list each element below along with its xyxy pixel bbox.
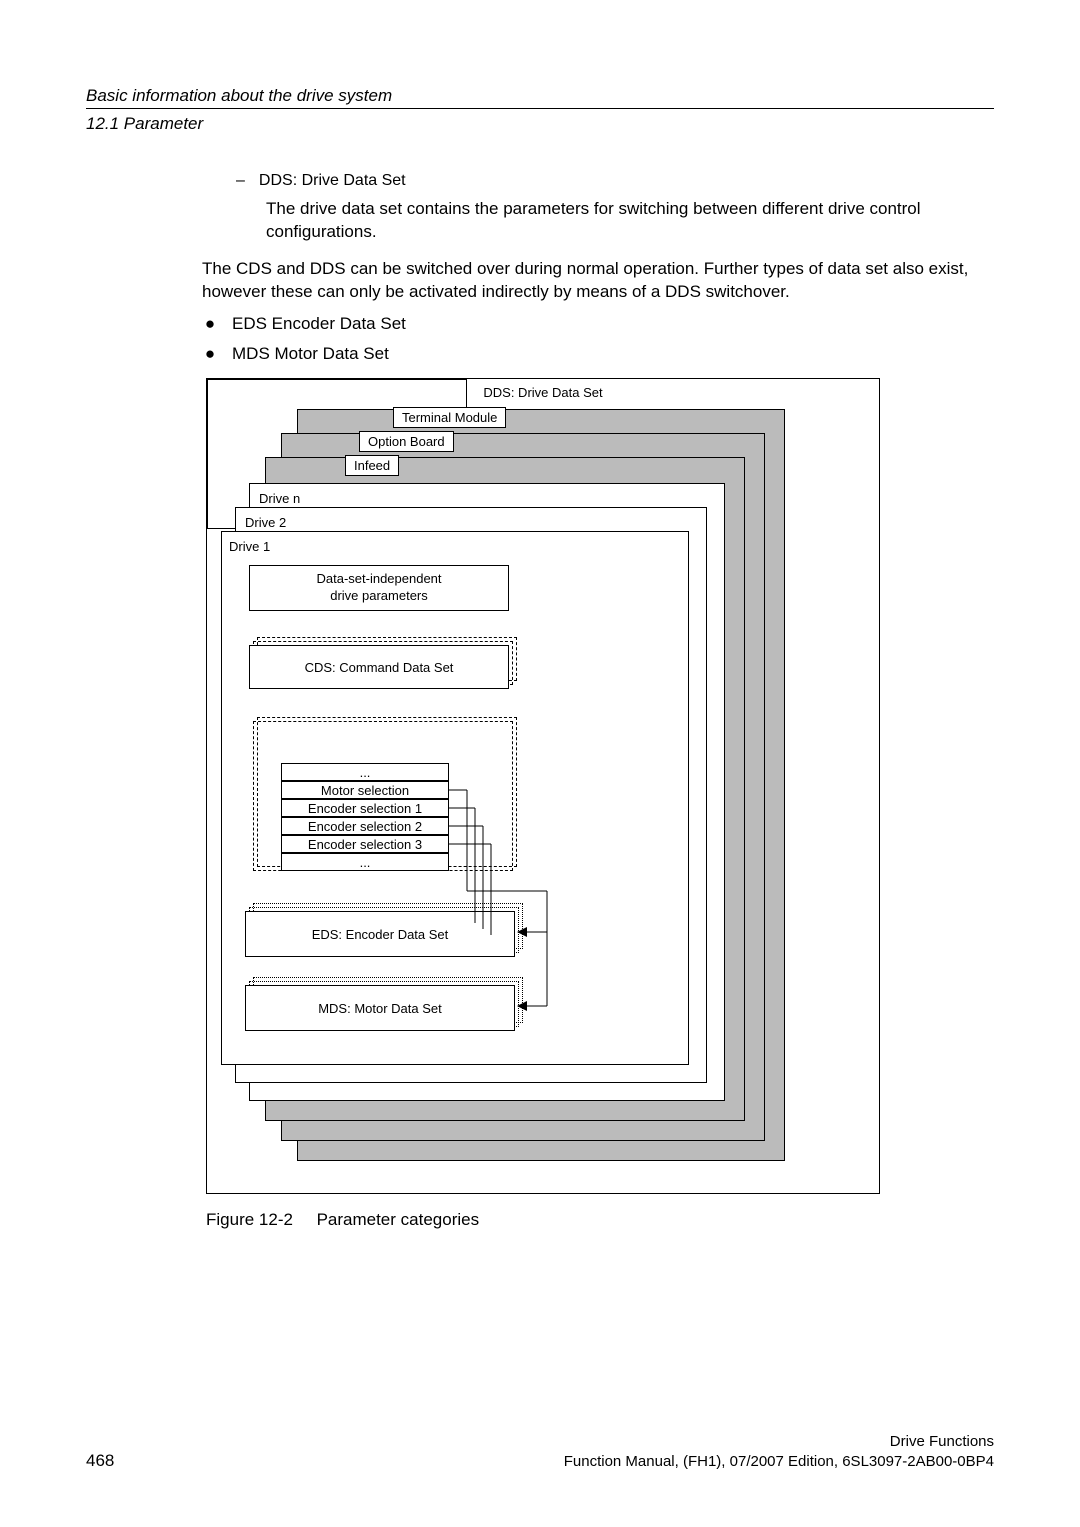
indep-line-1: Data-set-independent [316, 571, 441, 588]
mds-bullet: ● MDS Motor Data Set [202, 344, 994, 364]
tab-option-board: Option Board [359, 431, 454, 452]
label-drive-1: Drive 1 [229, 539, 270, 554]
bullet-icon: ● [202, 344, 218, 364]
switch-paragraph: The CDS and DDS can be switched over dur… [202, 258, 994, 304]
dds-row-encoder-3: Encoder selection 3 [281, 835, 449, 853]
figure-caption: Figure 12-2 Parameter categories [206, 1210, 479, 1230]
dds-label: DDS: Drive Data Set [259, 172, 406, 190]
footer-line-1: Drive Functions [564, 1432, 994, 1452]
dds-title: DDS: Drive Data Set [207, 385, 879, 400]
arrowhead-mds-icon [517, 1001, 527, 1011]
box-cds: CDS: Command Data Set [249, 645, 509, 689]
figure-diagram: Terminal Module Option Board Infeed Driv… [206, 378, 880, 1194]
mds-bullet-text: MDS Motor Data Set [232, 344, 389, 364]
body-content: – DDS: Drive Data Set The drive data set… [230, 172, 994, 374]
chapter-title: Basic information about the drive system [86, 86, 392, 106]
header-divider [86, 108, 994, 109]
figure-number: Figure 12-2 [206, 1210, 293, 1229]
tab-terminal-module: Terminal Module [393, 407, 506, 428]
footer-line-2: Function Manual, (FH1), 07/2007 Edition,… [564, 1452, 994, 1472]
dds-list-item: – DDS: Drive Data Set [236, 172, 994, 190]
tab-infeed: Infeed [345, 455, 399, 476]
dash-icon: – [236, 172, 245, 190]
label-drive-n: Drive n [259, 491, 300, 506]
dds-row-motor-selection: Motor selection [281, 781, 449, 799]
dds-row-ellipsis-top: ... [281, 763, 449, 781]
footer-right: Drive Functions Function Manual, (FH1), … [564, 1432, 994, 1471]
box-mds: MDS: Motor Data Set [245, 985, 515, 1031]
bullet-icon: ● [202, 314, 218, 334]
dds-description: The drive data set contains the paramete… [266, 198, 994, 244]
dds-row-encoder-2: Encoder selection 2 [281, 817, 449, 835]
figure-caption-text: Parameter categories [317, 1210, 480, 1229]
indep-line-2: drive parameters [330, 588, 428, 605]
eds-bullet: ● EDS Encoder Data Set [202, 314, 994, 334]
box-independent-params: Data-set-independent drive parameters [249, 565, 509, 611]
dds-row-ellipsis-bottom: ... [281, 853, 449, 871]
page-number: 468 [86, 1451, 114, 1471]
section-title: 12.1 Parameter [86, 114, 203, 134]
dds-row-encoder-1: Encoder selection 1 [281, 799, 449, 817]
arrowhead-eds-icon [517, 927, 527, 937]
eds-bullet-text: EDS Encoder Data Set [232, 314, 406, 334]
box-eds: EDS: Encoder Data Set [245, 911, 515, 957]
label-drive-2: Drive 2 [245, 515, 286, 530]
